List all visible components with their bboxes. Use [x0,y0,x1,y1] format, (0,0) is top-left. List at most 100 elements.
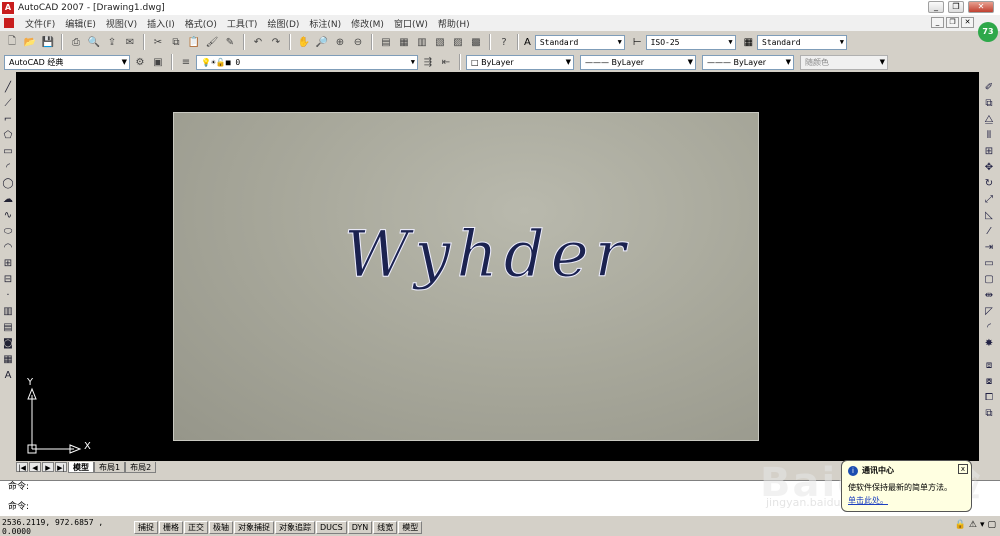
multiline-text-icon[interactable]: A [1,368,15,384]
construction-line-icon[interactable]: ⟋ [1,96,15,112]
menu-window[interactable]: 窗口(W) [389,17,433,30]
snap-toggle[interactable]: 捕捉 [134,520,158,534]
match-properties-icon[interactable]: 🖌 [204,34,220,50]
polar-toggle[interactable]: 极轴 [209,520,233,534]
mirror-icon[interactable]: ⧋ [981,112,997,128]
text-style-select[interactable]: Standard ▼ [534,34,625,50]
design-center-icon[interactable]: ▦ [396,34,412,50]
open-icon[interactable]: 📂 [22,34,38,50]
linetype-select[interactable]: ——— ByLayer ▼ [580,54,696,70]
autocad-app-icon[interactable]: A [2,1,14,14]
move-icon[interactable]: ✥ [981,160,997,176]
properties-icon[interactable]: ▤ [378,34,394,50]
menu-dimension[interactable]: 标注(N) [304,17,346,30]
menu-edit[interactable]: 编辑(E) [60,17,101,30]
region-icon[interactable]: ◙ [1,336,15,352]
break-icon[interactable]: ▢ [981,272,997,288]
rotate-icon[interactable]: ↻ [981,176,997,192]
workspace-save-icon[interactable]: ▣ [150,54,166,70]
model-toggle[interactable]: 模型 [398,520,423,534]
new-icon[interactable]: 🗋 [4,34,20,50]
doc-minimize-button[interactable]: _ [931,17,944,28]
zoom-previous-icon[interactable]: ⊖ [350,34,366,50]
communication-center-icon[interactable]: ⚠ [969,520,977,530]
document-icon[interactable] [4,18,14,28]
make-current-layer-icon[interactable]: ⇶ [420,54,436,70]
save-icon[interactable]: 💾 [40,34,56,50]
ortho-toggle[interactable]: 正交 [184,520,208,534]
table-icon[interactable]: ▦ [1,352,15,368]
point-icon[interactable]: · [1,288,15,304]
balloon-link[interactable]: 单击此处。 [848,495,967,506]
polyline-icon[interactable]: ⌐ [1,112,15,128]
erase-icon[interactable]: ✐ [981,80,997,96]
tab-model[interactable]: 模型 [68,461,94,473]
workspace-select[interactable]: AutoCAD 经典 ▼ [4,54,130,70]
color-select[interactable]: □ ByLayer ▼ [466,54,574,70]
calculator-icon[interactable]: ▩ [468,34,484,50]
block-editor-icon[interactable]: ✎ [222,34,238,50]
help-icon[interactable]: ? [496,34,512,50]
menu-view[interactable]: 视图(V) [101,17,142,30]
array-icon[interactable]: ⊞ [981,144,997,160]
revision-cloud-icon[interactable]: ☁ [1,192,15,208]
offset-icon[interactable]: ⫴ [981,128,997,144]
polygon-icon[interactable]: ⬠ [1,128,15,144]
explode-icon[interactable]: ✸ [981,336,997,352]
dim-style-select[interactable]: ISO-25 ▼ [645,34,736,50]
arc-icon[interactable]: ◜ [1,160,15,176]
trim-icon[interactable]: ⁄ [981,224,997,240]
markup-icon[interactable]: ▨ [450,34,466,50]
otrack-toggle[interactable]: 对象追踪 [275,520,315,534]
layer-manager-icon[interactable]: ≡ [178,54,194,70]
gradient-icon[interactable]: ▤ [1,320,15,336]
next-tab-button[interactable]: ▶ [42,462,54,472]
menu-file[interactable]: 文件(F) [20,17,60,30]
tray-menu-icon[interactable]: ▾ [980,520,985,530]
prev-tab-button[interactable]: ◀ [29,462,41,472]
menu-format[interactable]: 格式(O) [180,17,222,30]
menu-help[interactable]: 帮助(H) [433,17,475,30]
sheet-set-icon[interactable]: ▧ [432,34,448,50]
spline-icon[interactable]: ∿ [1,208,15,224]
hatch-icon[interactable]: ▥ [1,304,15,320]
lock-icon[interactable]: 🔒 [955,520,966,530]
tab-layout1[interactable]: 布局1 [94,461,126,473]
publish-icon[interactable]: ⇪ [104,34,120,50]
menu-tools[interactable]: 工具(T) [222,17,263,30]
circle-icon[interactable]: ◯ [1,176,15,192]
grid-toggle[interactable]: 栅格 [159,520,183,534]
clean-screen-icon[interactable]: ▢ [987,520,996,530]
raster-image[interactable]: Wyhder [173,112,759,441]
stretch-icon[interactable]: ◺ [981,208,997,224]
menu-draw[interactable]: 绘图(D) [262,17,304,30]
redo-icon[interactable]: ↷ [268,34,284,50]
workspace-settings-icon[interactable]: ⚙ [132,54,148,70]
break-at-point-icon[interactable]: ▭ [981,256,997,272]
draworder-back-icon[interactable]: ⧇ [981,374,997,390]
first-tab-button[interactable]: |◀ [16,462,28,472]
doc-close-button[interactable]: ✕ [961,17,974,28]
close-button[interactable]: ✕ [968,1,994,13]
zoom-realtime-icon[interactable]: 🔎 [314,34,330,50]
draworder-front-icon[interactable]: ⧈ [981,358,997,374]
paste-icon[interactable]: 📋 [186,34,202,50]
join-icon[interactable]: ⇹ [981,288,997,304]
print-icon[interactable]: ⎙ [68,34,84,50]
ellipse-icon[interactable]: ⬭ [1,224,15,240]
rectangle-icon[interactable]: ▭ [1,144,15,160]
zoom-window-icon[interactable]: ⊕ [332,34,348,50]
last-tab-button[interactable]: ▶| [55,462,67,472]
ducs-toggle[interactable]: DUCS [316,520,347,534]
lineweight-toggle[interactable]: 线宽 [373,520,398,534]
balloon-close-button[interactable]: x [958,464,968,474]
menu-insert[interactable]: 插入(I) [142,17,180,30]
draworder-above-icon[interactable]: ⧠ [981,390,997,406]
make-block-icon[interactable]: ⊟ [1,272,15,288]
tab-layout2[interactable]: 布局2 [125,461,157,473]
coordinate-display[interactable]: 2536.2119, 972.6857 , 0.0000 [0,518,134,536]
layer-previous-icon[interactable]: ⇤ [438,54,454,70]
undo-icon[interactable]: ↶ [250,34,266,50]
menu-modify[interactable]: 修改(M) [346,17,389,30]
etransmit-icon[interactable]: ✉ [122,34,138,50]
